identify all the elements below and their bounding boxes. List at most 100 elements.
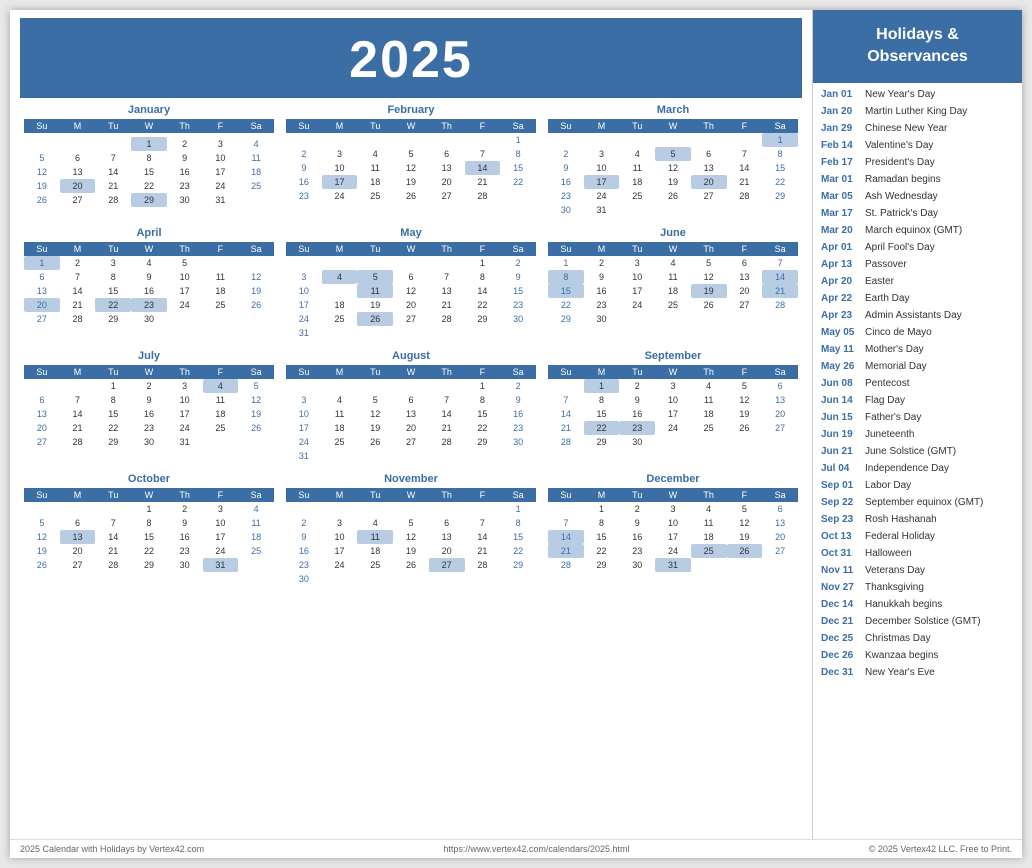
holiday-date: Sep 01: [821, 479, 859, 493]
month-title-april: April: [24, 227, 274, 239]
holiday-date: Nov 11: [821, 564, 859, 578]
holiday-item: Jun 14 Flag Day: [821, 393, 1014, 410]
holiday-date: Apr 22: [821, 292, 859, 306]
holiday-name: Easter: [865, 275, 894, 289]
footer-left: 2025 Calendar with Holidays by Vertex42.…: [20, 844, 204, 854]
holiday-name: Ash Wednesday: [865, 190, 938, 204]
month-title-september: September: [548, 350, 798, 362]
holiday-name: Halloween: [865, 547, 912, 561]
holiday-date: Dec 25: [821, 632, 859, 646]
holiday-date: Mar 17: [821, 207, 859, 221]
holiday-name: New Year's Day: [865, 88, 935, 102]
holiday-date: Jun 08: [821, 377, 859, 391]
holiday-name: March equinox (GMT): [865, 224, 962, 238]
month-title-march: March: [548, 104, 798, 116]
sidebar-header-text: Holidays &Observances: [867, 24, 968, 69]
holiday-item: Dec 31 New Year's Eve: [821, 665, 1014, 682]
holiday-name: Rosh Hashanah: [865, 513, 937, 527]
holiday-name: Pentecost: [865, 377, 909, 391]
holiday-item: Jan 01 New Year's Day: [821, 87, 1014, 104]
holiday-name: St. Patrick's Day: [865, 207, 938, 221]
holiday-date: Dec 21: [821, 615, 859, 629]
month-title-june: June: [548, 227, 798, 239]
holiday-name: December Solstice (GMT): [865, 615, 981, 629]
holiday-date: Mar 20: [821, 224, 859, 238]
month-july: July SuMTuWThFSa 12345 6789101112 131415…: [24, 350, 274, 463]
sidebar: Holidays &Observances Jan 01 New Year's D…: [812, 10, 1022, 839]
holiday-date: Oct 31: [821, 547, 859, 561]
holiday-name: September equinox (GMT): [865, 496, 983, 510]
holiday-item: Jun 08 Pentecost: [821, 376, 1014, 393]
month-february: February SuMTuWThFSa 1 2345678 910111213…: [286, 104, 536, 217]
holiday-item: May 11 Mother's Day: [821, 342, 1014, 359]
month-title-february: February: [286, 104, 536, 116]
holiday-item: Jun 15Father's Day: [821, 410, 1014, 427]
holiday-date: Dec 26: [821, 649, 859, 663]
holiday-name: Juneteenth: [865, 428, 915, 442]
sidebar-header: Holidays &Observances: [813, 10, 1022, 83]
holiday-item: Jul 04 Independence Day: [821, 461, 1014, 478]
holiday-date: Dec 14: [821, 598, 859, 612]
holiday-date: Jun 14: [821, 394, 859, 408]
holiday-date: May 11: [821, 343, 859, 357]
holiday-name: Admin Assistants Day: [865, 309, 962, 323]
holiday-name: Christmas Day: [865, 632, 931, 646]
month-october: October SuMTuWThFSa 1234 567891011 12131…: [24, 473, 274, 586]
holiday-date: Apr 20: [821, 275, 859, 289]
holiday-date: Jun 15: [821, 411, 859, 425]
holiday-item: Feb 17President's Day: [821, 155, 1014, 172]
month-title-january: January: [24, 104, 274, 116]
holiday-name: Hanukkah begins: [865, 598, 942, 612]
holiday-name: Mother's Day: [865, 343, 924, 357]
holiday-item: Mar 20 March equinox (GMT): [821, 223, 1014, 240]
month-may: May SuMTuWThFSa 12 3456789 101112131415: [286, 227, 536, 340]
holiday-date: Apr 13: [821, 258, 859, 272]
year-header: 2025: [20, 18, 802, 98]
holiday-name: Thanksgiving: [865, 581, 924, 595]
holiday-date: Jul 04: [821, 462, 859, 476]
month-title-october: October: [24, 473, 274, 485]
holiday-item: Mar 01Ramadan begins: [821, 172, 1014, 189]
holiday-name: Martin Luther King Day: [865, 105, 967, 119]
holiday-name: New Year's Eve: [865, 666, 935, 680]
month-title-july: July: [24, 350, 274, 362]
holiday-item: Sep 01Labor Day: [821, 478, 1014, 495]
holiday-item: Dec 21 December Solstice (GMT): [821, 614, 1014, 631]
holiday-name: Independence Day: [865, 462, 949, 476]
holiday-date: Mar 05: [821, 190, 859, 204]
month-august: August SuMTuWThFSa 12 3456789 1011121314…: [286, 350, 536, 463]
holiday-name: Chinese New Year: [865, 122, 947, 136]
holiday-name: Veterans Day: [865, 564, 925, 578]
month-september: September SuMTuWThFSa 123456 78910111213…: [548, 350, 798, 463]
holiday-item: Sep 23Rosh Hashanah: [821, 512, 1014, 529]
month-title-august: August: [286, 350, 536, 362]
month-title-december: December: [548, 473, 798, 485]
holiday-item: Jun 21June Solstice (GMT): [821, 444, 1014, 461]
holiday-name: Flag Day: [865, 394, 905, 408]
holiday-name: Valentine's Day: [865, 139, 933, 153]
holiday-name: Ramadan begins: [865, 173, 941, 187]
holiday-item: Sep 22September equinox (GMT): [821, 495, 1014, 512]
holiday-item: May 05Cinco de Mayo: [821, 325, 1014, 342]
holiday-item: Dec 26 Kwanzaa begins: [821, 648, 1014, 665]
holiday-date: Dec 31: [821, 666, 859, 680]
year-label: 2025: [349, 31, 473, 89]
holiday-item: Jun 19 Juneteenth: [821, 427, 1014, 444]
month-december: December SuMTuWThFSa 123456 78910111213 …: [548, 473, 798, 586]
holiday-item: Mar 05 Ash Wednesday: [821, 189, 1014, 206]
month-march: March SuMTuWThFSa 1 2345678 910111213141…: [548, 104, 798, 217]
holiday-date: Jan 01: [821, 88, 859, 102]
holiday-name: Earth Day: [865, 292, 909, 306]
holiday-name: President's Day: [865, 156, 935, 170]
holiday-item: Nov 27Thanksgiving: [821, 580, 1014, 597]
month-november: November SuMTuWThFSa 1 2345678 910111213…: [286, 473, 536, 586]
holiday-date: Jan 20: [821, 105, 859, 119]
holiday-date: Apr 23: [821, 309, 859, 323]
holiday-item: Apr 20 Easter: [821, 274, 1014, 291]
month-april: April SuMTuWThFSa 12345 6789101112 13141…: [24, 227, 274, 340]
holiday-date: May 26: [821, 360, 859, 374]
holiday-date: Jun 19: [821, 428, 859, 442]
holiday-name: Kwanzaa begins: [865, 649, 938, 663]
holiday-item: Dec 14 Hanukkah begins: [821, 597, 1014, 614]
month-title-november: November: [286, 473, 536, 485]
